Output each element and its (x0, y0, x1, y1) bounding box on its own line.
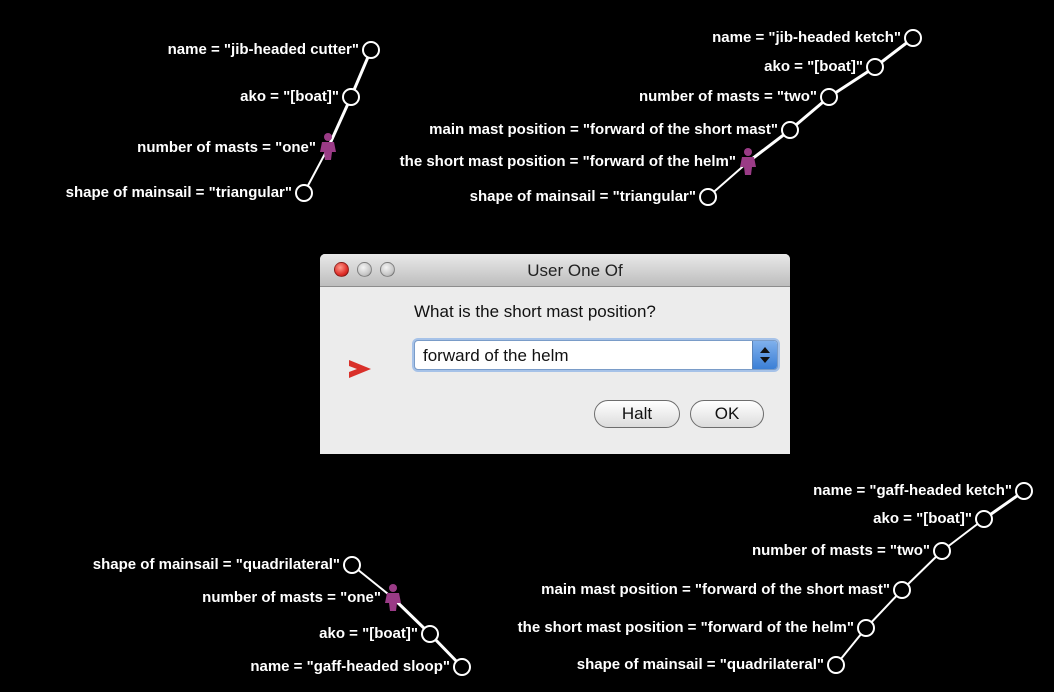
frame-node[interactable]: ako = "[boat]" (873, 510, 993, 528)
frame-node[interactable]: shape of mainsail = "triangular" (66, 184, 313, 202)
slot-label: main mast position = "forward of the sho… (541, 581, 890, 598)
slot-label: shape of mainsail = "triangular" (470, 188, 696, 205)
dialog-prompt: What is the short mast position? (414, 302, 656, 321)
slot-label: ako = "[boat]" (764, 58, 863, 75)
frame-node[interactable]: ako = "[boat]" (240, 88, 360, 106)
frame-node[interactable]: name = "gaff-headed sloop" (250, 658, 471, 676)
slot-label: ako = "[boat]" (240, 88, 339, 105)
frame-node[interactable]: main mast position = "forward of the sho… (541, 581, 911, 599)
slot-label: name = "jib-headed cutter" (168, 41, 359, 58)
slot-label: shape of mainsail = "triangular" (66, 184, 292, 201)
dialog-title: User One Of (527, 261, 623, 280)
slot-label: the short mast position = "forward of th… (400, 153, 736, 170)
frame-gaff-headed-sloop: shape of mainsail = "quadrilateral" numb… (93, 556, 471, 676)
frame-node[interactable]: number of masts = "two" (639, 88, 838, 106)
slot-label: ako = "[boat]" (319, 625, 418, 642)
frame-node[interactable]: ako = "[boat]" (319, 625, 439, 643)
dialog-titlebar[interactable]: User One Of (320, 254, 790, 287)
slot-label: number of masts = "two" (752, 542, 930, 559)
frame-node[interactable]: name = "gaff-headed ketch" (813, 482, 1033, 500)
slot-label: the short mast position = "forward of th… (518, 619, 854, 636)
frame-node[interactable]: main mast position = "forward of the sho… (429, 121, 799, 139)
person-figure-icon (385, 584, 401, 611)
frame-node[interactable]: the short mast position = "forward of th… (400, 148, 756, 175)
slot-label: name = "gaff-headed ketch" (813, 482, 1012, 499)
arrow-right-icon (349, 360, 371, 378)
frame-node[interactable]: name = "jib-headed cutter" (168, 41, 380, 59)
select-stepper[interactable] (752, 341, 777, 369)
halt-button[interactable]: Halt (594, 400, 680, 428)
slot-label: ako = "[boat]" (873, 510, 972, 527)
frame-node[interactable]: name = "jib-headed ketch" (712, 29, 922, 47)
person-figure-icon (740, 148, 756, 175)
slot-label: shape of mainsail = "quadrilateral" (93, 556, 340, 573)
slot-label: name = "gaff-headed sloop" (250, 658, 450, 675)
user-one-of-dialog: User One Of What is the short mast posit… (320, 254, 790, 454)
frame-node[interactable]: shape of mainsail = "quadrilateral" (577, 656, 845, 674)
chevron-down-icon (760, 357, 770, 363)
frame-node[interactable]: shape of mainsail = "quadrilateral" (93, 556, 361, 574)
frame-jib-headed-ketch: name = "jib-headed ketch" ako = "[boat]"… (400, 29, 922, 206)
frame-gaff-headed-ketch: name = "gaff-headed ketch" ako = "[boat]… (518, 482, 1033, 674)
frame-node[interactable]: number of masts = "one" (202, 584, 401, 611)
frame-connector-lines (303, 49, 373, 194)
frame-node[interactable]: number of masts = "two" (752, 542, 951, 560)
slot-label: shape of mainsail = "quadrilateral" (577, 656, 824, 673)
slot-label: number of masts = "one" (137, 139, 316, 156)
frame-node[interactable]: number of masts = "one" (137, 133, 336, 160)
frame-jib-headed-cutter: name = "jib-headed cutter" ako = "[boat]… (66, 41, 380, 202)
ok-button[interactable]: OK (690, 400, 764, 428)
slot-label: name = "jib-headed ketch" (712, 29, 901, 46)
slot-label: number of masts = "one" (202, 589, 381, 606)
choice-select[interactable]: forward of the helm (414, 340, 778, 370)
chevron-up-icon (760, 347, 770, 353)
frame-connector-lines (351, 564, 464, 669)
slot-label: number of masts = "two" (639, 88, 817, 105)
frame-node[interactable]: shape of mainsail = "triangular" (470, 188, 717, 206)
choice-select-value: forward of the helm (423, 346, 569, 365)
slot-label: main mast position = "forward of the sho… (429, 121, 778, 138)
frame-node[interactable]: the short mast position = "forward of th… (518, 619, 875, 637)
